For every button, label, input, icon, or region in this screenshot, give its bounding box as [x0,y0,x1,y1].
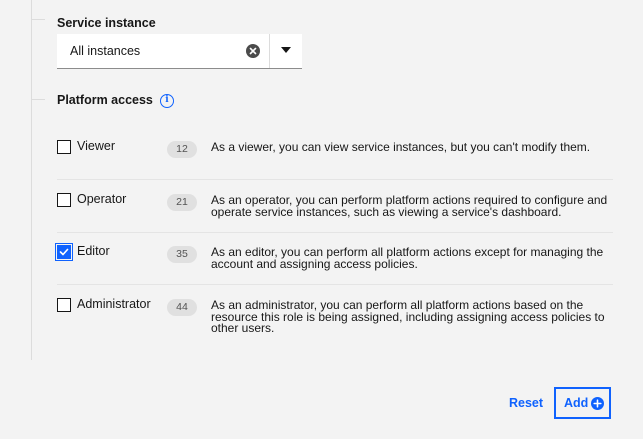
operator-checkbox[interactable] [57,193,71,207]
rail-tick [31,99,45,100]
viewer-checkbox[interactable] [57,140,71,154]
role-description: As an editor, you can perform all platfo… [211,245,604,271]
role-name: Administrator [77,297,151,311]
role-name: Operator [77,192,127,206]
role-name: Viewer [77,139,115,153]
count-badge: 21 [167,194,197,211]
rail-tick [31,19,45,20]
chevron-down-icon[interactable] [270,34,302,68]
role-description: As a viewer, you can view service instan… [211,140,591,154]
count-badge: 44 [167,299,197,316]
count-badge: 35 [167,246,197,263]
editor-checkbox[interactable] [55,243,73,261]
count-badge: 12 [167,141,197,158]
clear-icon[interactable] [246,44,260,58]
administrator-checkbox[interactable] [57,298,71,312]
platform-access-label: Platform access [57,93,153,107]
row-divider [57,284,613,285]
add-button[interactable]: Add [554,387,611,419]
role-description: As an operator, you can perform platform… [211,193,608,219]
role-description: As an administrator, you can perform all… [211,298,605,335]
service-instance-label: Service instance [57,16,156,30]
row-divider [57,179,613,180]
service-instance-select[interactable]: All instances [57,34,302,69]
add-circle-icon [591,397,604,410]
role-name: Editor [77,244,110,258]
left-rail [31,0,32,360]
info-icon[interactable]: i [160,94,174,108]
service-instance-value: All instances [70,44,141,58]
reset-button[interactable]: Reset [509,396,543,410]
row-divider [57,232,613,233]
add-button-label: Add [564,396,589,410]
